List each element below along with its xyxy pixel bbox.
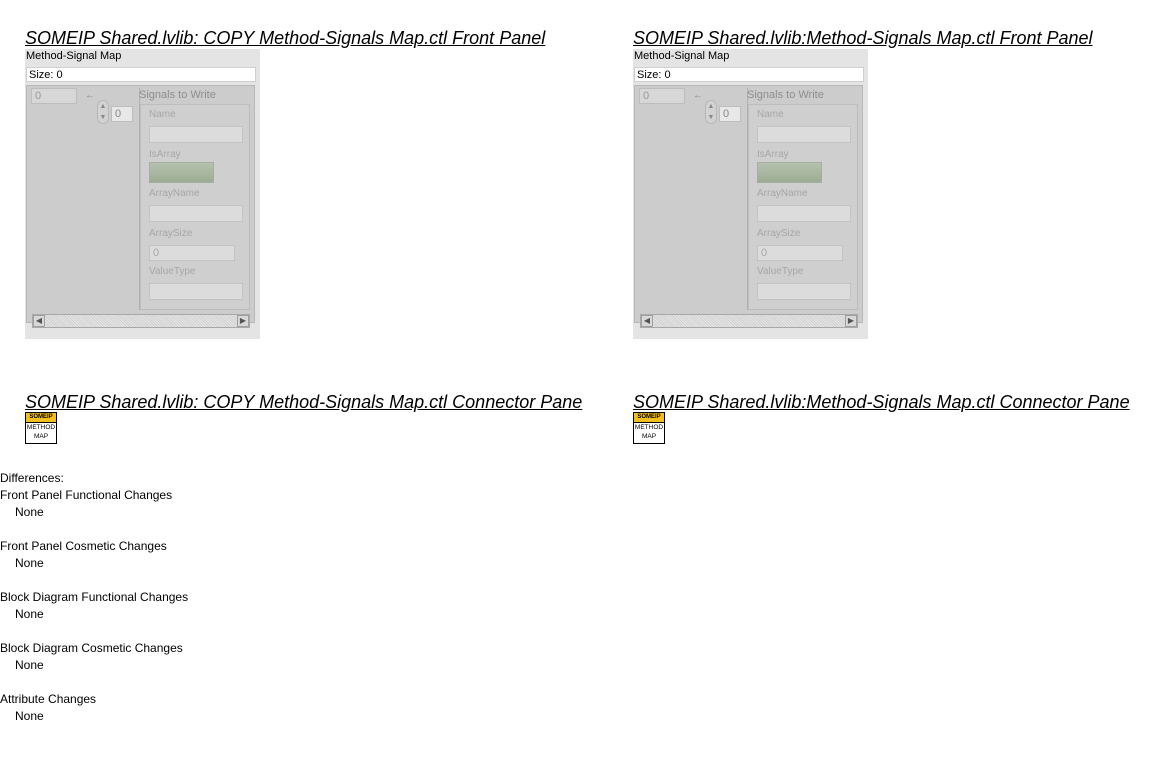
diff-group-value: None <box>15 556 44 570</box>
icon-line-1: METHOD <box>26 424 56 431</box>
left-connector-pane-icon: SOMEIP METHOD MAP <box>25 412 57 444</box>
is-array-label: IsArray <box>757 149 789 160</box>
diff-group-label: Block Diagram Cosmetic Changes <box>0 641 183 655</box>
value-type-label: ValueType <box>149 266 196 277</box>
diff-group-label: Front Panel Functional Changes <box>0 488 173 502</box>
icon-line-2: MAP <box>33 433 49 440</box>
array-size-label: ArraySize <box>149 228 193 239</box>
inner-index-field[interactable]: 0 <box>111 106 133 122</box>
is-array-led[interactable] <box>757 162 822 183</box>
right-front-panel-title: SOMEIP Shared.lvlib:Method-Signals Map.c… <box>633 28 1093 48</box>
scroll-left-icon[interactable]: ◀ <box>641 315 653 327</box>
control-label: Method-Signal Map <box>634 50 730 62</box>
control-label: Method-Signal Map <box>26 50 122 62</box>
differences-heading: Differences: <box>0 471 64 485</box>
array-name-label: ArrayName <box>757 188 808 199</box>
array-name-field[interactable] <box>149 205 243 222</box>
size-indicator: Size: 0 <box>26 67 256 82</box>
diff-group-label: Block Diagram Functional Changes <box>0 590 189 604</box>
array-body: 0 ← ▲ ▼ 0 Signals to Write Name IsArray A… <box>634 85 863 328</box>
diff-group-value: None <box>15 658 44 672</box>
diff-group-value: None <box>15 607 44 621</box>
arrow-left-icon: ← <box>85 90 95 101</box>
name-field[interactable] <box>149 126 243 143</box>
name-label: Name <box>149 109 176 120</box>
array-size-field[interactable]: 0 <box>149 245 235 261</box>
diff-group-label: Front Panel Cosmetic Changes <box>0 539 167 553</box>
diff-group-value: None <box>15 505 44 519</box>
outer-index-field[interactable]: 0 <box>639 88 685 104</box>
icon-banner: SOMEIP <box>26 413 56 423</box>
index-spinner-icon[interactable]: ▲ ▼ <box>705 100 717 124</box>
value-type-label: ValueType <box>757 266 804 277</box>
horizontal-scrollbar[interactable]: ◀ ▶ <box>32 314 250 328</box>
diff-group-value: None <box>15 709 44 723</box>
cluster-title: Signals to Write <box>139 89 216 101</box>
icon-line-1: METHOD <box>634 424 664 431</box>
value-type-field[interactable] <box>149 283 243 300</box>
signals-cluster: Name IsArray ArrayName ArraySize 0 Value… <box>140 104 250 310</box>
is-array-led[interactable] <box>149 162 214 183</box>
diff-group-label: Attribute Changes <box>0 692 97 706</box>
signals-cluster: Name IsArray ArrayName ArraySize 0 Value… <box>748 104 858 310</box>
outer-index-field[interactable]: 0 <box>31 88 77 104</box>
icon-line-2: MAP <box>641 433 657 440</box>
left-connector-pane-title: SOMEIP Shared.lvlib: COPY Method-Signals… <box>25 392 583 412</box>
arrow-left-icon: ← <box>693 90 703 101</box>
array-size-label: ArraySize <box>757 228 801 239</box>
cluster-title: Signals to Write <box>747 89 824 101</box>
value-type-field[interactable] <box>757 283 851 300</box>
right-connector-pane-icon: SOMEIP METHOD MAP <box>633 412 665 444</box>
right-connector-pane-title: SOMEIP Shared.lvlib:Method-Signals Map.c… <box>633 392 1130 412</box>
array-size-field[interactable]: 0 <box>757 245 843 261</box>
icon-banner: SOMEIP <box>634 413 664 423</box>
left-front-panel: Method-Signal Map Size: 0 0 ← ▲ ▼ 0 Signa… <box>25 49 260 339</box>
index-spinner-icon[interactable]: ▲ ▼ <box>97 100 109 124</box>
array-body: 0 ← ▲ ▼ 0 Signals to Write Name IsArray A… <box>26 85 255 328</box>
array-name-label: ArrayName <box>149 188 200 199</box>
horizontal-scrollbar[interactable]: ◀ ▶ <box>640 314 858 328</box>
array-name-field[interactable] <box>757 205 851 222</box>
inner-index-field[interactable]: 0 <box>719 106 741 122</box>
scroll-left-icon[interactable]: ◀ <box>33 315 45 327</box>
scroll-right-icon[interactable]: ▶ <box>237 315 249 327</box>
scroll-right-icon[interactable]: ▶ <box>845 315 857 327</box>
size-indicator: Size: 0 <box>634 67 864 82</box>
right-front-panel: Method-Signal Map Size: 0 0 ← ▲ ▼ 0 Signa… <box>633 49 868 339</box>
name-label: Name <box>757 109 784 120</box>
is-array-label: IsArray <box>149 149 181 160</box>
name-field[interactable] <box>757 126 851 143</box>
left-front-panel-title: SOMEIP Shared.lvlib: COPY Method-Signals… <box>25 28 546 48</box>
